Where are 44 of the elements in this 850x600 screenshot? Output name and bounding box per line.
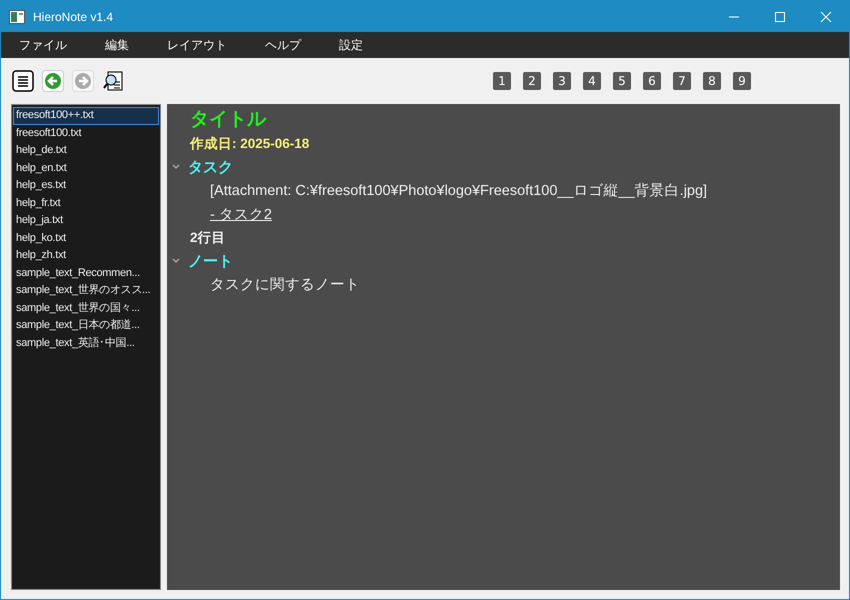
text-line: [Attachment: C:¥freesoft100¥Photo¥logo¥Freesoft100__ロゴ縦__背景白.jpg] (210, 182, 708, 200)
back-arrow-icon[interactable] (42, 70, 64, 92)
file-item[interactable]: help_ja.txt (13, 212, 159, 230)
menu-item[interactable]: 編集 (95, 36, 139, 54)
task-link[interactable]: - タスク2 (210, 204, 272, 224)
file-item[interactable]: freesoft100.txt (13, 124, 159, 142)
menu-item[interactable]: ファイル (9, 36, 77, 54)
menu-item[interactable]: 設定 (329, 36, 373, 54)
page-button[interactable]: 9 (733, 72, 751, 90)
page-button[interactable]: 8 (703, 72, 721, 90)
file-item[interactable]: sample_text_英語･中国... (13, 334, 159, 352)
file-item[interactable]: sample_text_日本の都道... (13, 317, 159, 334)
menu-item[interactable]: レイアウト (157, 36, 237, 54)
text-line: タスクに関するノート (210, 276, 360, 294)
window-title: HieroNote v1.4 (33, 10, 114, 24)
page-button[interactable]: 1 (493, 72, 511, 90)
page-button[interactable]: 4 (583, 72, 601, 90)
text-line: 2行目 (190, 228, 226, 247)
page-button[interactable]: 6 (643, 72, 661, 90)
file-item[interactable]: help_ko.txt (13, 230, 159, 247)
app-icon (9, 10, 25, 24)
file-item[interactable]: help_zh.txt (13, 247, 159, 264)
maximize-icon (774, 10, 786, 22)
menu-item[interactable]: ヘルプ (255, 36, 311, 54)
file-item[interactable]: help_de.txt (13, 142, 159, 160)
page-button[interactable]: 3 (553, 72, 571, 90)
page-button[interactable]: 5 (613, 72, 631, 90)
file-item[interactable]: sample_text_世界の国々... (13, 300, 159, 317)
forward-arrow-icon[interactable] (72, 70, 94, 92)
section-heading: ノート (188, 252, 233, 271)
page-button[interactable]: 2 (523, 72, 541, 90)
file-item[interactable]: help_es.txt (13, 177, 159, 194)
file-item[interactable]: sample_text_Recommen... (13, 264, 159, 282)
page-button[interactable]: 7 (673, 72, 691, 90)
list-icon[interactable] (12, 70, 34, 92)
document-title: タイトル (190, 108, 266, 132)
file-item[interactable]: help_fr.txt (13, 194, 159, 212)
file-item[interactable]: sample_text_世界のオスス... (13, 282, 159, 300)
close-icon (820, 10, 832, 22)
file-item[interactable]: freesoft100++.txt (13, 107, 159, 124)
section-heading: タスク (188, 158, 233, 177)
document-search-icon[interactable] (102, 70, 124, 92)
date-text: 作成日: 2025-06-18 (190, 134, 310, 153)
file-item[interactable]: help_en.txt (13, 160, 159, 177)
